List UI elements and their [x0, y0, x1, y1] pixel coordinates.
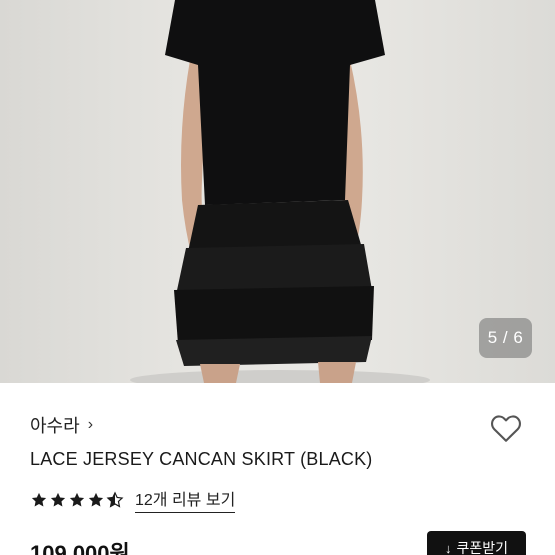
star-icon — [31, 492, 47, 506]
coupon-button-label: 쿠폰받기 — [456, 540, 509, 555]
heart-outline-icon[interactable] — [488, 410, 524, 446]
product-price: 109,000원 — [30, 541, 130, 555]
model-photo — [130, 0, 430, 383]
star-icon — [88, 492, 104, 506]
brand-link[interactable]: 아수라 › — [30, 412, 93, 438]
chevron-right-icon: › — [87, 416, 94, 433]
rating-row: 12개 리뷰 보기 — [30, 486, 236, 513]
star-half-icon — [106, 490, 124, 508]
star-icon — [50, 492, 66, 506]
image-counter-badge: 5 / 6 — [479, 318, 532, 358]
coupon-download-button[interactable]: ↓ 쿠폰받기 — [427, 531, 526, 555]
download-arrow-icon: ↓ — [444, 540, 452, 555]
reviews-link[interactable]: 12개 리뷰 보기 — [135, 486, 236, 513]
star-rating — [30, 490, 125, 509]
product-image[interactable]: 5 / 6 — [0, 0, 555, 383]
product-title: LACE JERSEY CANCAN SKIRT (BLACK) — [30, 449, 373, 469]
star-icon — [69, 492, 85, 506]
brand-name: 아수라 — [30, 416, 80, 436]
